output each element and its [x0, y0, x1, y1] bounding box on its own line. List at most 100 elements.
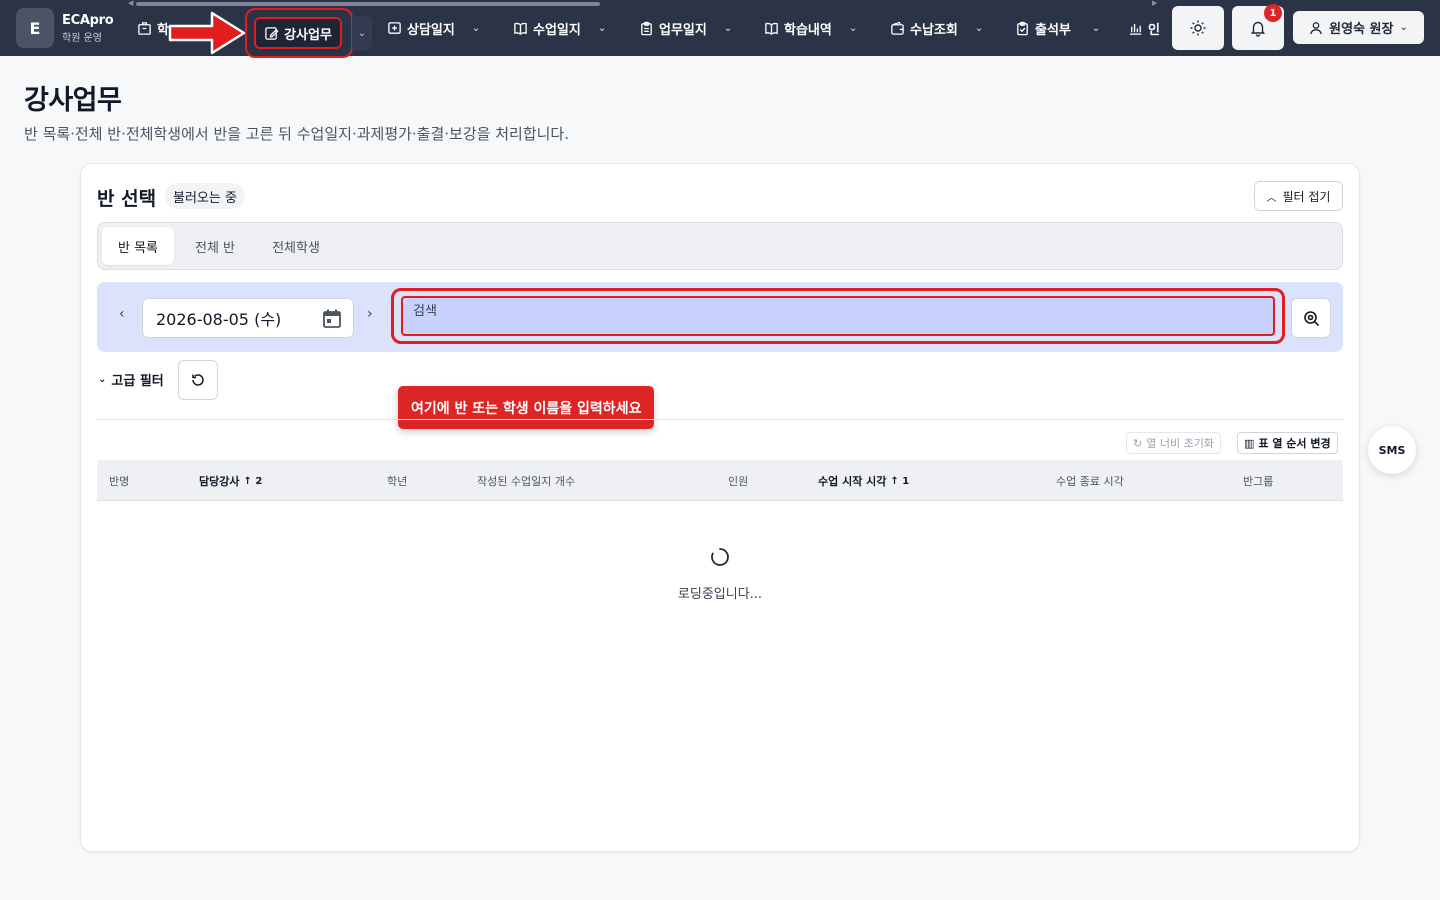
arrow-pointer-icon — [168, 11, 246, 55]
column-header[interactable]: 반명 — [109, 473, 129, 489]
nav-item-class-log[interactable]: 수업일지 ⌄ — [513, 14, 606, 42]
nav-item-work-log[interactable]: 업무일지 ⌄ — [639, 14, 732, 42]
sort-indicator: ↑ 1 — [890, 475, 910, 487]
columns-icon: ▥ — [1244, 436, 1255, 450]
search-button[interactable] — [1291, 298, 1331, 338]
column-order-button[interactable]: ▥ 표 열 순서 변경 — [1237, 432, 1338, 454]
search-row: ‹ 2026-08-05 (수) › — [97, 282, 1343, 352]
chevron-down-icon[interactable]: ⌄ — [849, 23, 857, 34]
column-width-reset-button[interactable]: ↻ 열 너비 초기화 — [1126, 432, 1221, 454]
advanced-filter-toggle[interactable]: ⌄ 고급 필터 — [98, 370, 164, 389]
user-name: 원영숙 원장 — [1329, 22, 1394, 37]
search-hint-tooltip: 여기에 반 또는 학생 이름을 입력하세요 — [398, 386, 655, 429]
scroll-right-icon[interactable]: ▶ — [1152, 0, 1157, 7]
reset-filter-button[interactable] — [178, 360, 218, 400]
column-label: 학년 — [387, 475, 408, 488]
chat-plus-icon — [388, 21, 401, 34]
top-navigation-bar: ◀ ▶ E ECApro 학원 운영 학 강사업무 ⌄ 상담일지 ⌄ 수업일지 … — [0, 0, 1440, 58]
book-open-icon — [765, 22, 778, 35]
nav-item-attendance[interactable]: 출석부 ⌄ — [1015, 14, 1100, 42]
column-order-label: 표 열 순서 변경 — [1258, 437, 1331, 450]
divider — [97, 419, 1343, 420]
clipboard-check-icon — [1017, 21, 1028, 35]
search-input[interactable] — [401, 296, 1275, 336]
chevron-down-icon[interactable]: ⌄ — [724, 23, 732, 34]
column-header[interactable]: 수업 종료 시각 — [1056, 473, 1124, 489]
sms-button[interactable]: SMS — [1368, 426, 1416, 474]
nav-item-label: 강사업무 — [284, 27, 332, 43]
column-header[interactable]: 담당강사 ↑ 2 — [199, 473, 262, 489]
column-width-reset-label: 열 너비 초기화 — [1146, 437, 1214, 450]
user-menu-button[interactable]: 원영숙 원장 ⌄ — [1293, 11, 1424, 44]
chevron-down-icon[interactable]: ⌄ — [472, 23, 480, 34]
nav-item-partial[interactable]: 학 — [137, 14, 171, 42]
nav-item-counsel[interactable]: 상담일지 ⌄ — [387, 14, 480, 42]
chevron-down-icon[interactable]: ⌄ — [598, 23, 606, 34]
brand-logo[interactable]: E — [16, 8, 54, 48]
fold-filter-button[interactable]: ︿ 필터 접기 — [1254, 181, 1343, 211]
brand-subtitle: 학원 운영 — [62, 33, 102, 44]
date-value: 2026-08-05 (수) — [156, 310, 282, 329]
scroll-left-icon[interactable]: ◀ — [128, 0, 133, 7]
nav-scrollbar-thumb[interactable] — [136, 2, 600, 6]
chevron-right-icon[interactable]: › — [367, 306, 373, 322]
nav-scrollbar[interactable]: ◀ ▶ — [128, 0, 1160, 7]
nav-item-label: 수업일지 — [533, 22, 581, 38]
wallet-icon — [891, 21, 904, 35]
column-label: 수업 종료 시각 — [1056, 475, 1124, 488]
theme-toggle-button[interactable] — [1172, 6, 1224, 50]
nav-item-label: 상담일지 — [407, 22, 455, 38]
column-header[interactable]: 인원 — [728, 473, 748, 489]
column-label: 수업 시작 시각 — [818, 475, 887, 488]
calendar-icon[interactable] — [321, 308, 343, 330]
notification-badge: 1 — [1264, 4, 1282, 22]
column-label: 담당강사 — [199, 475, 240, 488]
nav-item-label: 업무일지 — [659, 22, 707, 38]
clipboard-icon — [641, 21, 652, 35]
nav-item-label: 수납조회 — [910, 22, 958, 38]
user-icon — [1310, 21, 1322, 34]
date-picker[interactable]: 2026-08-05 (수) — [142, 298, 354, 338]
column-header[interactable]: 학년 — [387, 473, 407, 489]
column-header[interactable]: 수업 시작 시각 ↑ 1 — [818, 473, 909, 489]
tab-bar: 반 목록 전체 반 전체학생 — [97, 222, 1343, 270]
chevron-down-icon[interactable]: ⌄ — [975, 23, 983, 34]
chevron-left-icon[interactable]: ‹ — [119, 306, 125, 322]
status-badge: 불러오는 중 — [165, 183, 245, 209]
class-select-card: 반 선택 불러오는 중 ︿ 필터 접기 반 목록 전체 반 전체학생 ‹ 202… — [80, 163, 1360, 852]
card-title: 반 선택 — [97, 188, 157, 210]
book-open-icon — [514, 22, 527, 35]
search-icon — [1303, 310, 1319, 326]
nav-item-label: 출석부 — [1035, 22, 1071, 38]
tab-class-list[interactable]: 반 목록 — [102, 227, 174, 265]
chevron-up-icon: ︿ — [1266, 192, 1277, 204]
table-header: 반명 담당강사 ↑ 2 학년 작성된 수업일지 개수 인원 수업 시작 시각 ↑ 1… — [97, 460, 1343, 501]
bar-chart-icon — [1129, 23, 1142, 35]
nav-item-study-history[interactable]: 학습내역 ⌄ — [764, 14, 857, 42]
column-label: 반그룹 — [1243, 475, 1274, 488]
tab-all-students[interactable]: 전체학생 — [258, 227, 334, 265]
column-header[interactable]: 작성된 수업일지 개수 — [477, 473, 575, 489]
fold-filter-label: 필터 접기 — [1282, 189, 1331, 204]
refresh-icon — [192, 374, 204, 386]
advanced-filter-label: 고급 필터 — [111, 374, 164, 389]
sort-indicator: ↑ 2 — [243, 475, 263, 487]
notifications-button[interactable]: 1 — [1232, 4, 1284, 50]
edit-icon — [265, 26, 279, 40]
sun-icon — [1190, 20, 1206, 36]
nav-item-label: 학습내역 — [784, 22, 832, 38]
column-header[interactable]: 반그룹 — [1243, 473, 1273, 489]
brand-name: ECApro — [62, 13, 114, 28]
chevron-down-icon[interactable]: ⌄ — [352, 16, 372, 50]
tab-all-classes[interactable]: 전체 반 — [182, 227, 248, 265]
page-title: 강사업무 — [24, 85, 122, 116]
column-label: 작성된 수업일지 개수 — [477, 475, 576, 488]
nav-item-partial-right[interactable]: 인 — [1128, 14, 1162, 42]
column-label: 인원 — [728, 475, 749, 488]
nav-item-payment[interactable]: 수납조회 ⌄ — [890, 14, 983, 42]
column-label: 반명 — [109, 475, 130, 488]
chevron-down-icon[interactable]: ⌄ — [1092, 23, 1100, 34]
nav-item-active[interactable]: 강사업무 — [254, 17, 342, 49]
refresh-icon: ↻ — [1133, 436, 1143, 450]
loading-spinner-icon — [711, 548, 729, 566]
